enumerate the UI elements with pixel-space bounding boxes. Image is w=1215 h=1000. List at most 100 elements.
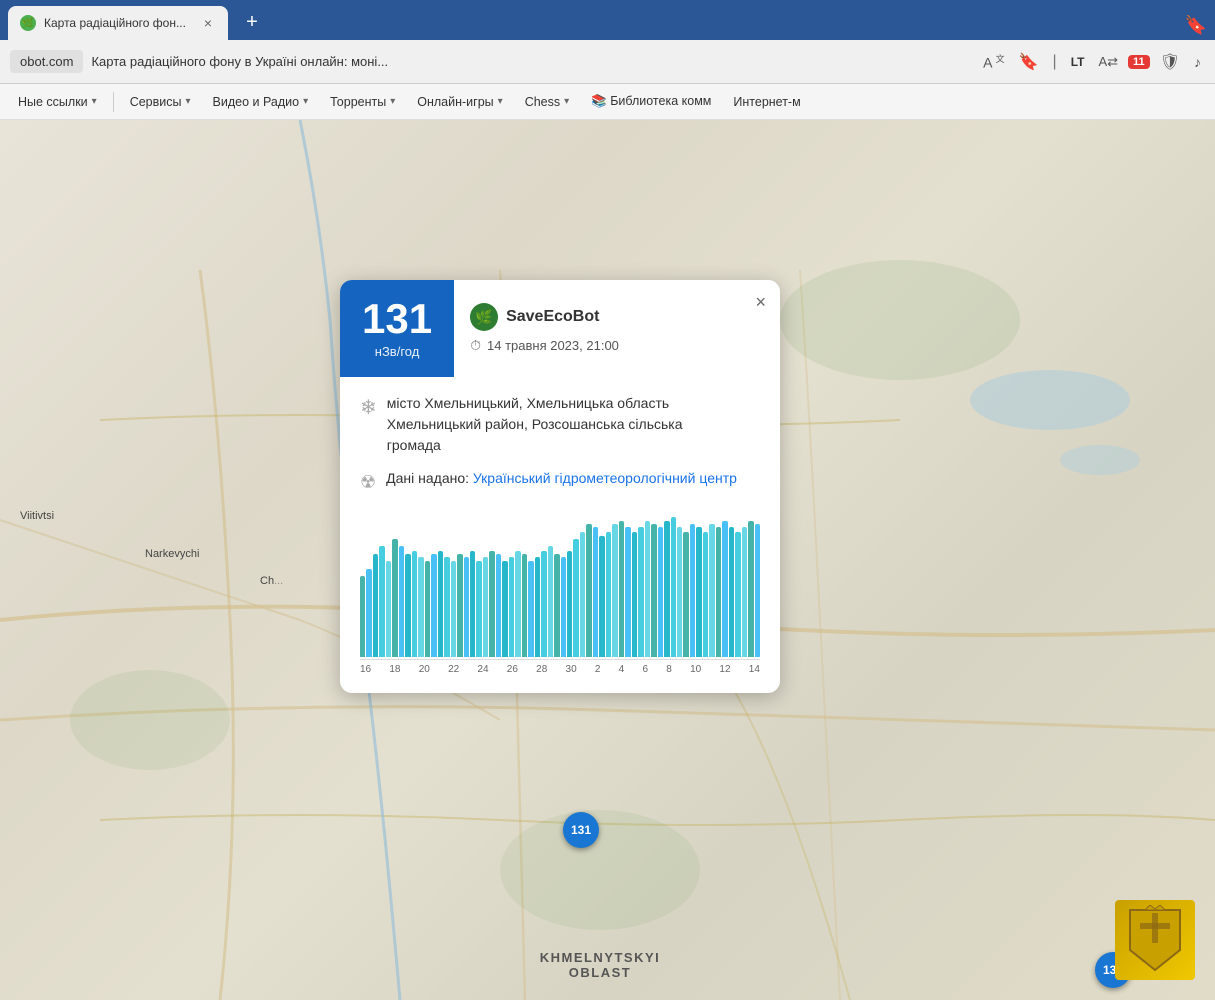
chart-bar [709, 524, 714, 657]
bookmark-icon[interactable]: 🔖 [1015, 50, 1043, 74]
popup-location-row: ❄ місто Хмельницький, Хмельницька област… [360, 393, 760, 456]
popup-site-row: 🌿 SaveEcoBot [470, 303, 740, 331]
chevron-down-icon-3: ▾ [303, 96, 308, 107]
nav-label-chess: Chess [525, 95, 560, 109]
chart-x-label: 22 [448, 664, 459, 675]
tab-close-button[interactable]: × [200, 13, 216, 33]
nav-item-video[interactable]: Видео и Радио ▾ [203, 91, 319, 113]
nav-item-links[interactable]: Ные ссылки ▾ [8, 91, 107, 113]
chevron-down-icon-5: ▾ [498, 96, 503, 107]
nav-item-chess[interactable]: Chess ▾ [515, 91, 579, 113]
map-container[interactable]: Viitivtsi Narkevychi Ch... KHMELNYTSKYIO… [0, 120, 1215, 1000]
chart-bar [593, 527, 598, 657]
radiation-marker-131-main[interactable]: 131 [563, 812, 599, 848]
shield-icon[interactable]: 🛡 [1156, 50, 1184, 74]
chart-area: 16182022242628302468101214 [360, 517, 760, 677]
nav-item-games[interactable]: Онлайн-игры ▾ [407, 91, 512, 113]
popup-time: 14 травня 2023, 21:00 [487, 338, 619, 353]
tab-right-icons: 🔖 [1185, 15, 1207, 40]
chart-bar [418, 557, 423, 657]
chart-bar [755, 524, 760, 657]
translate-icon[interactable]: A⇄ [1094, 52, 1122, 72]
music-icon[interactable]: ♪ [1190, 52, 1205, 72]
chart-bar [464, 557, 469, 657]
bookmarks-bar: Ные ссылки ▾ Сервисы ▾ Видео и Радио ▾ Т… [0, 84, 1215, 120]
new-tab-button[interactable]: + [236, 6, 268, 38]
chart-x-label: 16 [360, 664, 371, 675]
chart-x-label: 26 [507, 664, 518, 675]
chart-bar [379, 546, 384, 657]
chart-bar [554, 554, 559, 657]
chart-x-label: 2 [595, 664, 601, 675]
extension-badge[interactable]: 11 [1128, 55, 1150, 69]
popup-body: ❄ місто Хмельницький, Хмельницька област… [340, 377, 780, 517]
chart-bar [438, 551, 443, 657]
chart-bar [399, 546, 404, 657]
location-icon: ❄ [360, 395, 377, 420]
chart-bar [612, 524, 617, 657]
chart-bar [722, 521, 727, 657]
address-bar: obot.com Карта радіаційного фону в Украї… [0, 40, 1215, 84]
chart-bar [664, 521, 669, 657]
nav-item-library[interactable]: 📚 Библиотека комм [581, 90, 721, 113]
nav-item-internet[interactable]: Интернет-м [723, 91, 810, 113]
chart-bar [561, 557, 566, 657]
chevron-down-icon-6: ▾ [564, 96, 569, 107]
nav-label-services: Сервисы [130, 95, 182, 109]
nav-label-games: Онлайн-игры [417, 95, 493, 109]
nav-item-torrents[interactable]: Торренты ▾ [320, 91, 405, 113]
chart-bar [509, 557, 514, 657]
grammarly-icon[interactable]: LT [1067, 53, 1089, 71]
tab-bar: 🌿 Карта радіаційного фон... × + 🔖 [0, 0, 1215, 40]
chart-labels: 16182022242628302468101214 [360, 660, 760, 675]
town-label-ch: Ch... [260, 575, 283, 587]
saveeco-icon: 🌿 [470, 303, 498, 331]
chart-bar [496, 554, 501, 657]
popup-close-button[interactable]: × [755, 292, 766, 313]
bookmark-collections-icon[interactable]: 🔖 [1185, 15, 1207, 36]
chart-x-label: 4 [619, 664, 625, 675]
chart-bar [671, 517, 676, 657]
chart-bar [528, 561, 533, 657]
chart-bar [742, 527, 747, 657]
address-url[interactable]: Карта радіаційного фону в Україні онлайн… [91, 54, 971, 69]
popup-data-link[interactable]: Український гідрометеорологічний центр [473, 470, 737, 486]
chart-bar [632, 532, 637, 657]
chart-bar [696, 527, 701, 657]
town-label-viitivtsi: Viitivtsi [20, 510, 54, 522]
chart-x-label: 30 [566, 664, 577, 675]
chart-bar [412, 551, 417, 657]
chart-bar [606, 532, 611, 657]
nav-item-services[interactable]: Сервисы ▾ [120, 91, 201, 113]
chart-bar [729, 527, 734, 657]
chart-bar [502, 561, 507, 657]
active-tab[interactable]: 🌿 Карта радіаційного фон... × [8, 6, 228, 40]
chart-bar [599, 536, 604, 657]
chart-x-label: 10 [690, 664, 701, 675]
chart-x-label: 12 [719, 664, 730, 675]
font-size-icon[interactable]: A 文 [979, 50, 1008, 73]
chart-bar [651, 524, 656, 657]
chart-bar [457, 554, 462, 657]
clock-icon: ⏱ [470, 337, 481, 354]
tab-favicon: 🌿 [20, 15, 36, 31]
chart-bar [360, 576, 365, 657]
browser-chrome: 🌿 Карта радіаційного фон... × + 🔖 obot.c… [0, 0, 1215, 120]
chart-x-label: 28 [536, 664, 547, 675]
chart-bar [580, 532, 585, 657]
nav-label-video: Видео и Радио [213, 95, 300, 109]
chart-x-label: 6 [642, 664, 648, 675]
chart-bar [677, 527, 682, 657]
nav-label-torrents: Торренты [330, 95, 386, 109]
popup-radiation-unit: нЗв/год [375, 344, 420, 359]
town-label-narkevychi: Narkevychi [145, 548, 199, 560]
chart-bar [625, 527, 630, 657]
chart-bar [748, 521, 753, 657]
coat-of-arms-image [1115, 900, 1195, 980]
chart-x-label: 8 [666, 664, 672, 675]
popup-data-source-row: ☢ Дані надано: Український гідрометеорол… [360, 470, 760, 493]
chart-bar [638, 527, 643, 657]
popup-panel: × 131 нЗв/год 🌿 SaveEcoBot ⏱ 14 травня 2… [340, 280, 780, 693]
region-label: KHMELNYTSKYIOBLAST [540, 950, 661, 980]
chart-x-label: 14 [749, 664, 760, 675]
